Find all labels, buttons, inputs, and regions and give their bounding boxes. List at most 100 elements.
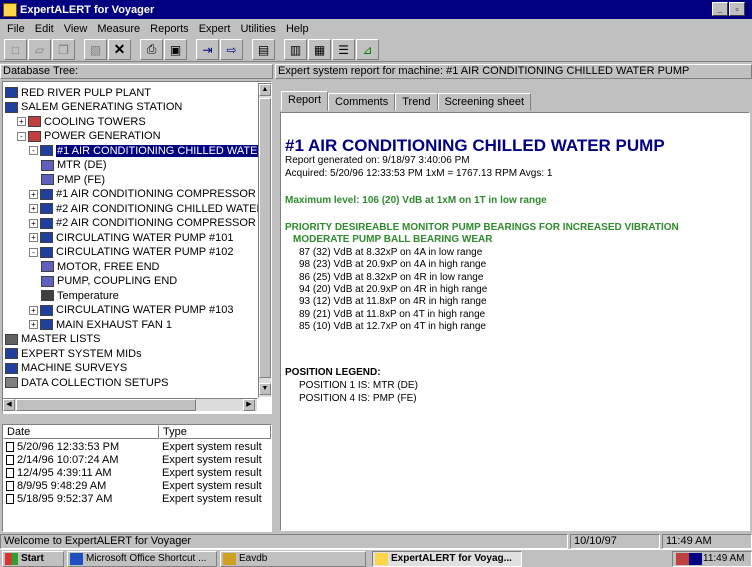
app-icon bbox=[3, 2, 17, 17]
network-icon[interactable] bbox=[689, 553, 702, 565]
start-label: Start bbox=[21, 553, 44, 564]
expand-icon[interactable]: + bbox=[29, 320, 38, 329]
tree-node[interactable]: MACHINE SURVEYS bbox=[5, 362, 127, 375]
window-title: ExpertALERT for Voyager bbox=[20, 3, 155, 16]
expand-icon[interactable]: + bbox=[29, 189, 38, 199]
scroll-left-icon[interactable]: ◀ bbox=[3, 399, 15, 411]
start-button[interactable]: Start bbox=[2, 551, 64, 567]
column-date[interactable]: Date bbox=[3, 425, 159, 439]
tree-node[interactable]: PUMP, COUPLING END bbox=[41, 275, 177, 288]
tab-comments[interactable]: Comments bbox=[328, 93, 396, 111]
expand-icon[interactable]: + bbox=[29, 204, 38, 213]
tree-node[interactable]: SALEM GENERATING STATION bbox=[5, 101, 182, 114]
report-body[interactable]: #1 AIR CONDITIONING CHILLED WATER PUMP R… bbox=[280, 112, 750, 531]
result-date: 2/14/96 10:07:24 AM bbox=[17, 454, 119, 466]
delete-icon[interactable]: ✕ bbox=[108, 39, 131, 60]
tree-node[interactable]: Temperature bbox=[41, 289, 119, 302]
survey-icon bbox=[5, 362, 18, 374]
tree-node[interactable]: MASTER LISTS bbox=[5, 333, 100, 346]
result-type: Expert system result bbox=[162, 493, 262, 505]
scroll-right-icon[interactable]: ▶ bbox=[243, 399, 255, 411]
taskbar-item-expertalert[interactable]: ExpertALERT for Voyag... bbox=[372, 551, 522, 567]
tree-vertical-scrollbar[interactable]: ▲ ▼ bbox=[258, 83, 272, 398]
tree-node[interactable]: - CIRCULATING WATER PUMP #102 bbox=[29, 246, 233, 259]
tree-node[interactable]: MTR (DE) bbox=[41, 159, 107, 172]
menu-view[interactable]: View bbox=[59, 23, 93, 35]
tree-node[interactable]: - POWER GENERATION bbox=[17, 130, 161, 143]
tree-hscroll-thumb[interactable] bbox=[16, 399, 196, 411]
result-type: Expert system result bbox=[162, 454, 262, 466]
open-icon[interactable]: ▱ bbox=[28, 39, 51, 60]
tree-scroll-thumb[interactable] bbox=[259, 98, 271, 378]
tab-trend[interactable]: Trend bbox=[395, 93, 438, 111]
tree-node[interactable]: + #2 AIR CONDITIONING COMPRESSOR bbox=[29, 217, 256, 230]
collapse-icon[interactable]: - bbox=[29, 146, 38, 155]
export-icon[interactable]: ⇨ bbox=[220, 39, 243, 60]
tree-node[interactable]: PMP (FE) bbox=[41, 173, 105, 186]
finding-line: 93 (12) VdB at 11.8xP on 4R in high rang… bbox=[299, 296, 487, 308]
report-acquired: Acquired: 5/20/96 12:33:53 PM 1xM = 1767… bbox=[285, 168, 553, 179]
results-list[interactable]: Date Type 5/20/96 12:33:53 PM Expert syst… bbox=[2, 424, 272, 532]
finding-line: 98 (23) VdB at 20.9xP on 4A in high rang… bbox=[299, 259, 487, 271]
import-icon[interactable]: ⇥ bbox=[196, 39, 219, 60]
taskbar-item-office-shortcut[interactable]: Microsoft Office Shortcut ... bbox=[67, 551, 217, 567]
area-icon bbox=[28, 130, 41, 142]
report-icon[interactable]: ▤ bbox=[252, 39, 275, 60]
system-tray: 11:49 AM bbox=[672, 551, 752, 567]
column-type[interactable]: Type bbox=[159, 425, 271, 439]
collapse-icon[interactable]: - bbox=[29, 247, 38, 257]
new-icon[interactable]: □ bbox=[4, 39, 27, 60]
tree-node[interactable]: + CIRCULATING WATER PUMP #101 bbox=[29, 231, 233, 244]
database-tree[interactable]: RED RIVER PULP PLANT SALEM GENERATING STA… bbox=[2, 81, 272, 414]
tree-node-label: CIRCULATING WATER PUMP #102 bbox=[56, 246, 234, 258]
tree-node-label: #1 AIR CONDITIONING COMPRESSOR bbox=[56, 188, 256, 200]
expand-icon[interactable]: + bbox=[17, 117, 26, 126]
print-icon[interactable]: ⎙ bbox=[140, 39, 163, 60]
save-icon[interactable]: ▣ bbox=[164, 39, 187, 60]
menu-reports[interactable]: Reports bbox=[145, 23, 194, 35]
tree-node-label: PMP (FE) bbox=[57, 173, 106, 186]
machine-icon bbox=[40, 304, 53, 316]
expand-icon[interactable]: + bbox=[29, 305, 38, 315]
paste-icon[interactable]: ▧ bbox=[84, 39, 107, 60]
tree-node[interactable]: EXPERT SYSTEM MIDs bbox=[5, 347, 142, 360]
maximize-button[interactable]: ▫ bbox=[729, 2, 745, 16]
menu-bar: File Edit View Measure Reports Expert Ut… bbox=[0, 19, 752, 38]
list-view-icon[interactable]: ☰ bbox=[332, 39, 355, 60]
volume-icon[interactable] bbox=[676, 553, 689, 565]
minimize-button[interactable]: _ bbox=[712, 2, 728, 16]
table-view-icon[interactable]: ▦ bbox=[308, 39, 331, 60]
taskbar-item-eavdb[interactable]: Eavdb bbox=[220, 551, 366, 567]
tree-node[interactable]: RED RIVER PULP PLANT bbox=[5, 86, 151, 99]
tree-node[interactable]: - #1 AIR CONDITIONING CHILLED WATER bbox=[29, 144, 267, 157]
tree-node[interactable]: + #1 AIR CONDITIONING COMPRESSOR bbox=[29, 188, 256, 201]
tree-node-label: RED RIVER PULP PLANT bbox=[21, 86, 152, 99]
tree-node[interactable]: + CIRCULATING WATER PUMP #103 bbox=[29, 304, 233, 317]
menu-edit[interactable]: Edit bbox=[30, 23, 59, 35]
menu-utilities[interactable]: Utilities bbox=[235, 23, 280, 35]
copy-icon[interactable]: ❐ bbox=[52, 39, 75, 60]
chart-icon[interactable]: ⊿ bbox=[356, 39, 379, 60]
tree-node[interactable]: + MAIN EXHAUST FAN 1 bbox=[29, 318, 172, 331]
setup-icon bbox=[5, 377, 18, 388]
scroll-up-icon[interactable]: ▲ bbox=[259, 84, 271, 96]
expand-icon[interactable]: + bbox=[29, 233, 38, 242]
menu-expert[interactable]: Expert bbox=[194, 23, 236, 35]
windows-logo-icon bbox=[5, 553, 18, 565]
tree-node-label: #1 AIR CONDITIONING CHILLED WATER bbox=[56, 144, 267, 157]
tree-node[interactable]: + COOLING TOWERS bbox=[17, 115, 146, 128]
expand-icon[interactable]: + bbox=[29, 218, 38, 228]
tree-node[interactable]: MOTOR, FREE END bbox=[41, 260, 159, 273]
tab-screening-sheet[interactable]: Screening sheet bbox=[437, 93, 532, 111]
menu-measure[interactable]: Measure bbox=[92, 23, 145, 35]
tree-horizontal-scrollbar[interactable]: ◀ ▶ bbox=[2, 398, 258, 412]
tab-report[interactable]: Report bbox=[281, 91, 329, 111]
tree-node[interactable]: DATA COLLECTION SETUPS bbox=[5, 376, 169, 389]
spectrum-icon[interactable]: ▥ bbox=[284, 39, 307, 60]
collapse-icon[interactable]: - bbox=[17, 131, 26, 141]
menu-file[interactable]: File bbox=[2, 23, 30, 35]
menu-help[interactable]: Help bbox=[281, 23, 314, 35]
machine-icon bbox=[40, 145, 53, 156]
tree-node[interactable]: + #2 AIR CONDITIONING CHILLED WATER bbox=[29, 202, 264, 215]
scroll-down-icon[interactable]: ▼ bbox=[259, 383, 271, 395]
